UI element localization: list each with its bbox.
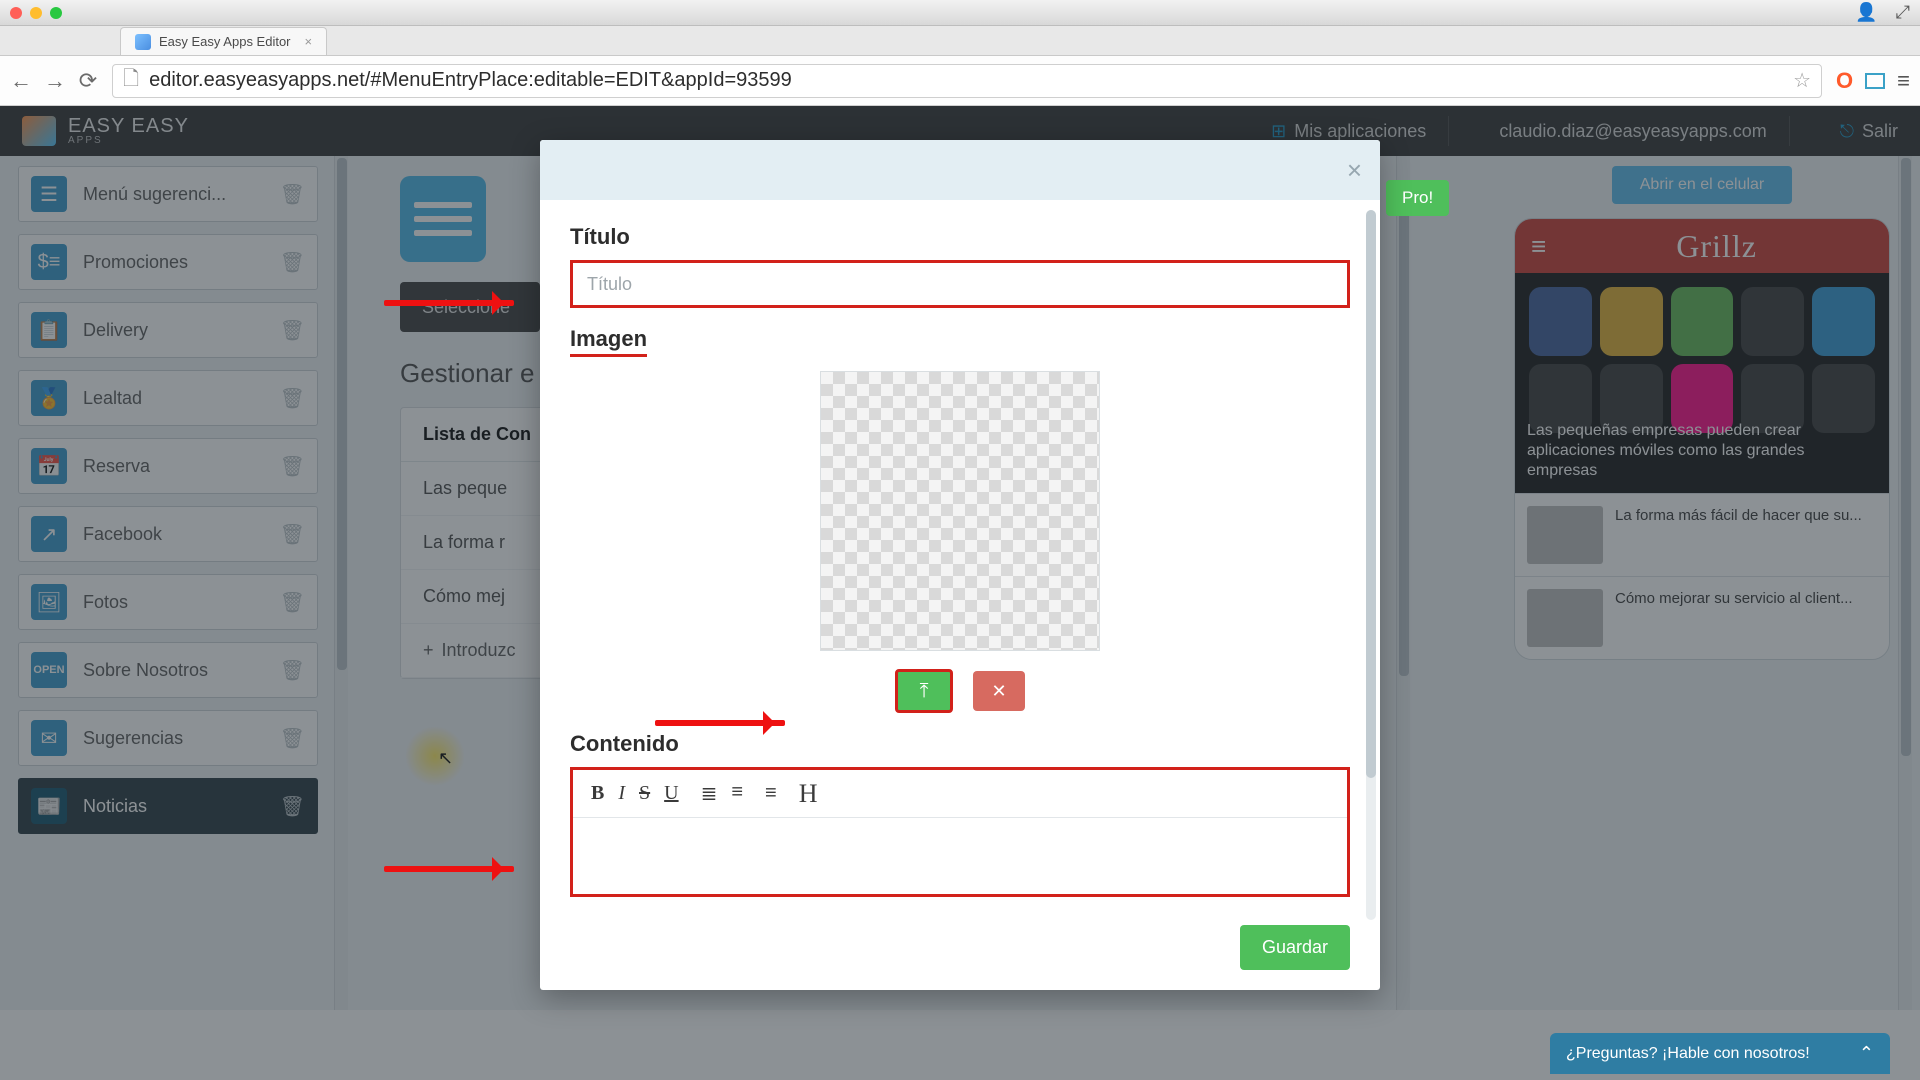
editor-toolbar: B I S U ≣ ≡ ≡ H	[573, 770, 1347, 818]
pro-label: Pro!	[1402, 188, 1433, 207]
strike-button[interactable]: S	[639, 782, 650, 805]
upload-image-button[interactable]: ⤒	[895, 669, 953, 713]
browser-menu-icon[interactable]: ≡	[1897, 68, 1910, 94]
mac-titlebar: 👤 ⤢	[0, 0, 1920, 26]
upload-icon: ⤒	[920, 680, 929, 703]
address-bar[interactable]: 🗋 editor.easyeasyapps.net/#MenuEntryPlac…	[112, 64, 1822, 98]
heading-button[interactable]: H	[799, 779, 818, 809]
image-placeholder	[820, 371, 1100, 651]
mac-min-dot[interactable]	[30, 7, 42, 19]
rich-text-editor: B I S U ≣ ≡ ≡ H	[570, 767, 1350, 897]
bookmark-star-icon[interactable]: ☆	[1793, 68, 1811, 93]
url-text: editor.easyeasyapps.net/#MenuEntryPlace:…	[149, 69, 792, 92]
modal-header: ×	[540, 140, 1380, 200]
italic-button[interactable]: I	[618, 782, 625, 805]
content-label: Contenido	[570, 731, 1350, 757]
remove-image-button[interactable]: ✕	[973, 671, 1025, 711]
edit-modal: × Título Imagen ⤒ ✕ Contenido B I S U	[540, 140, 1380, 990]
fullscreen-icon[interactable]: ⤢	[1896, 2, 1910, 23]
align-button[interactable]: ≡	[765, 782, 777, 805]
ol-button[interactable]: ≡	[731, 781, 743, 806]
save-button[interactable]: Guardar	[1240, 925, 1350, 970]
annotation-arrow	[384, 300, 514, 306]
device-icon[interactable]	[1865, 73, 1885, 89]
user-menu-icon[interactable]: 👤	[1855, 2, 1877, 23]
annotation-arrow	[655, 720, 785, 726]
underline-button[interactable]: U	[664, 782, 678, 805]
favicon-icon	[135, 34, 151, 50]
globe-icon: 🗋	[123, 64, 139, 98]
ul-button[interactable]: ≣	[701, 781, 718, 806]
chat-widget[interactable]: ¿Preguntas? ¡Hable con nosotros! ⌃	[1550, 1033, 1890, 1074]
mac-max-dot[interactable]	[50, 7, 62, 19]
annotation-arrow	[384, 866, 514, 872]
tab-title: Easy Easy Apps Editor	[159, 34, 291, 49]
chevron-up-icon: ⌃	[1859, 1043, 1874, 1064]
browser-tab[interactable]: Easy Easy Apps Editor ×	[120, 27, 327, 55]
modal-close-icon[interactable]: ×	[1347, 155, 1362, 186]
extension-icon[interactable]: O	[1836, 68, 1853, 94]
pro-badge[interactable]: Pro!	[1386, 180, 1449, 216]
tab-close-icon[interactable]: ×	[305, 34, 313, 49]
mac-close-dot[interactable]	[10, 7, 22, 19]
editor-textarea[interactable]	[573, 818, 1347, 894]
bold-button[interactable]: B	[591, 782, 604, 805]
browser-tabbar: Easy Easy Apps Editor ×	[0, 26, 1920, 56]
forward-icon[interactable]: →	[44, 68, 64, 94]
title-input[interactable]	[570, 260, 1350, 308]
reload-icon[interactable]: ⟳	[78, 68, 98, 94]
chat-text: ¿Preguntas? ¡Hable con nosotros!	[1566, 1045, 1810, 1063]
save-label: Guardar	[1262, 937, 1328, 957]
close-icon: ✕	[991, 681, 1006, 702]
modal-scrollbar[interactable]	[1366, 210, 1376, 920]
browser-toolbar: ← → ⟳ 🗋 editor.easyeasyapps.net/#MenuEnt…	[0, 56, 1920, 106]
back-icon[interactable]: ←	[10, 68, 30, 94]
title-label: Título	[570, 224, 1350, 250]
image-label: Imagen	[570, 326, 1350, 357]
